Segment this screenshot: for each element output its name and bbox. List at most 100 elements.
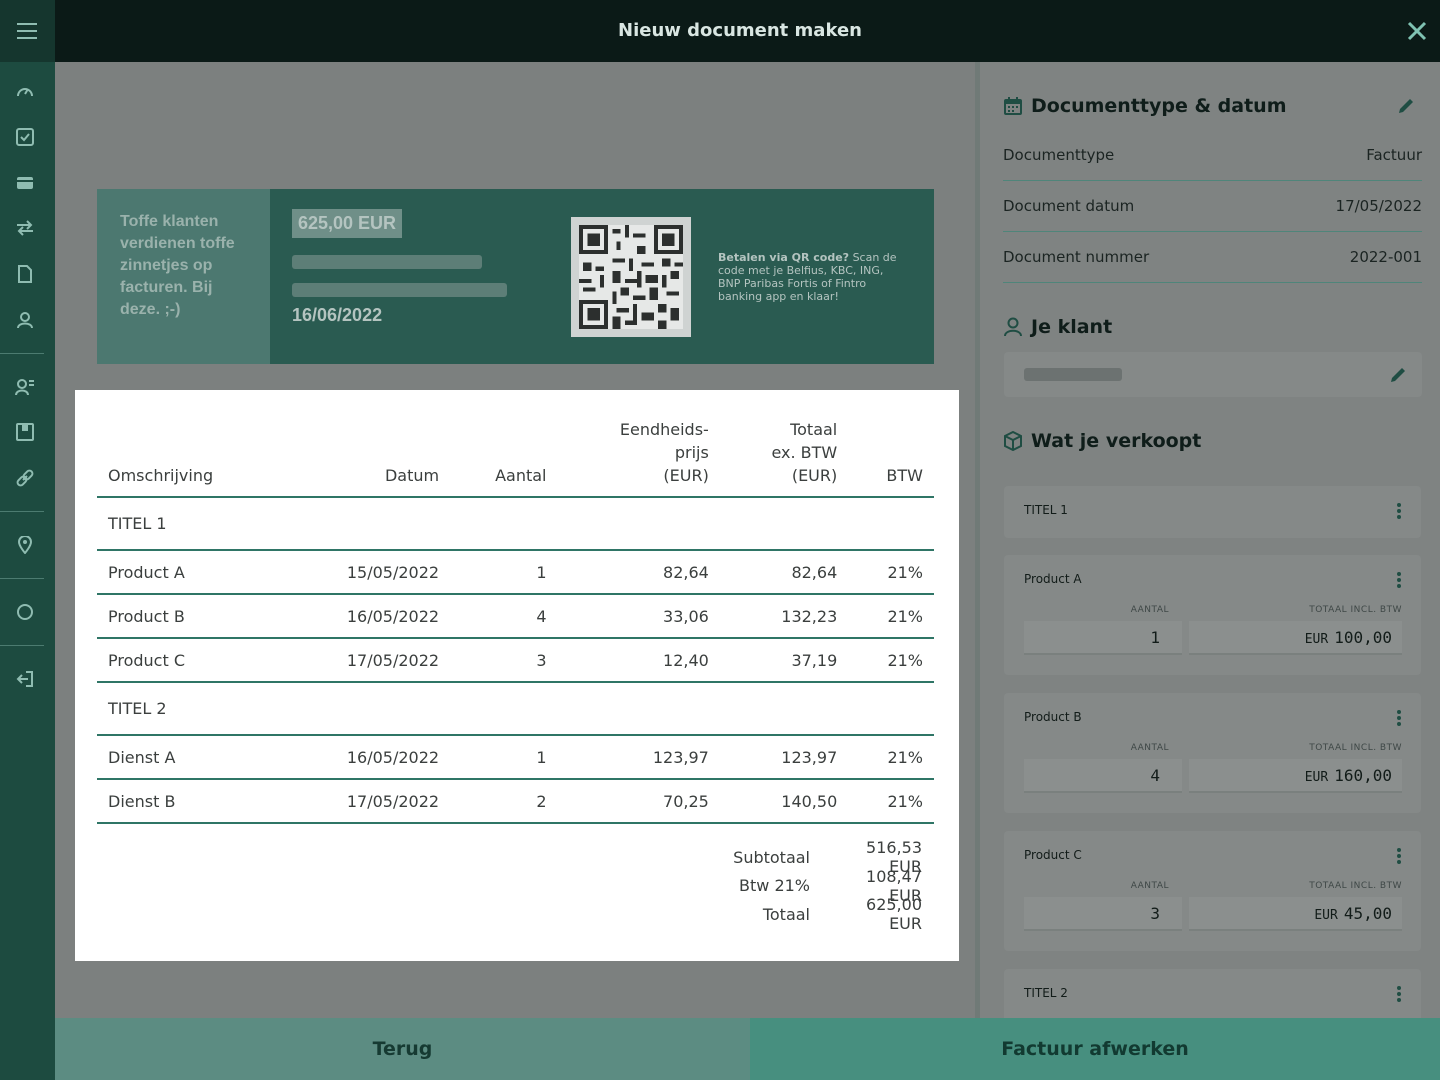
close-button[interactable]	[1402, 16, 1432, 46]
finish-invoice-button[interactable]: Factuur afwerken	[750, 1018, 1440, 1080]
col-unit-price-line2: prijs	[674, 443, 709, 462]
more-options-button[interactable]	[1391, 707, 1407, 729]
total-value: 45,00	[1343, 904, 1392, 923]
table-header-row: Omschrijving Datum Aantal Eendheids-prij…	[97, 418, 934, 498]
client-field[interactable]	[1004, 352, 1422, 397]
row-quantity: 4	[450, 594, 558, 639]
transfer-icon[interactable]	[14, 217, 36, 239]
item-card[interactable]: TITEL 1	[1004, 486, 1421, 538]
total-line: Totaal 625,00 EUR	[733, 895, 922, 933]
row-vat: 21%	[848, 550, 934, 595]
table-row: Dienst A 16/05/2022 1 123,97 123,97 21%	[97, 735, 934, 780]
col-description: Omschrijving	[97, 418, 283, 498]
more-options-button[interactable]	[1391, 983, 1407, 1005]
total-incl-vat-label: TOTAAL INCL. BTW	[1309, 605, 1402, 615]
quantity-field[interactable]: 3	[1024, 897, 1182, 931]
group-title: TITEL 2	[97, 682, 934, 736]
row-date: 17/05/2022	[283, 779, 451, 824]
group-title-row: TITEL 1	[97, 497, 934, 551]
user-icon[interactable]	[14, 309, 36, 331]
group-title: TITEL 1	[97, 497, 934, 551]
table-row: Product A 15/05/2022 1 82,64 82,64 21%	[97, 550, 934, 595]
col-total-line2: ex. BTW	[771, 443, 838, 462]
col-total-line1: Totaal	[790, 420, 838, 439]
row-date: 17/05/2022	[283, 638, 451, 683]
sidebar-divider	[0, 511, 44, 512]
section-title: Documenttype & datum	[1031, 95, 1287, 117]
edit-document-type-button[interactable]	[1396, 96, 1416, 116]
col-vat: BTW	[848, 418, 934, 498]
location-icon[interactable]	[14, 534, 36, 556]
total-value: 625,00 EUR	[866, 895, 922, 934]
more-options-button[interactable]	[1391, 845, 1407, 867]
tagline: Toffe klanten verdienen toffe zinnetjes …	[97, 189, 270, 364]
redacted-reference	[292, 283, 507, 297]
item-card[interactable]: Product A AANTAL TOTAAL INCL. BTW 1 EUR 1…	[1004, 555, 1421, 675]
document-type-label: Documenttype	[1003, 146, 1115, 164]
row-description: Dienst A	[97, 735, 283, 780]
col-quantity: Aantal	[450, 418, 558, 498]
item-card[interactable]: TITEL 2	[1004, 969, 1421, 1018]
card-icon[interactable]	[14, 172, 36, 194]
row-unit-price: 82,64	[557, 550, 720, 595]
row-date: 16/05/2022	[283, 735, 451, 780]
document-date-value: 17/05/2022	[1335, 197, 1422, 215]
vat-label: Btw 21%	[739, 876, 810, 896]
tasks-icon[interactable]	[14, 126, 36, 148]
item-name: TITEL 1	[1024, 503, 1068, 517]
row-description: Product C	[97, 638, 283, 683]
more-vertical-icon	[1397, 503, 1401, 519]
group-title-row: TITEL 2	[97, 682, 934, 736]
more-vertical-icon	[1397, 986, 1401, 1002]
section-title: Je klant	[1031, 316, 1113, 338]
link-icon[interactable]	[14, 467, 36, 489]
row-vat: 21%	[848, 779, 934, 824]
products-icon[interactable]	[14, 421, 36, 443]
total-incl-vat-label: TOTAAL INCL. BTW	[1309, 743, 1402, 753]
item-card[interactable]: Product C AANTAL TOTAAL INCL. BTW 3 EUR 4…	[1004, 831, 1421, 951]
menu-button[interactable]	[0, 0, 55, 62]
total-field[interactable]: EUR 45,00	[1189, 897, 1402, 931]
document-number-value: 2022-001	[1349, 248, 1422, 266]
document-number-row: Document nummer 2022-001	[1003, 232, 1422, 283]
total-field[interactable]: EUR 160,00	[1189, 759, 1402, 793]
subtotal-label: Subtotaal	[733, 847, 810, 867]
row-vat: 21%	[848, 638, 934, 683]
back-button[interactable]: Terug	[55, 1018, 750, 1080]
dashboard-icon[interactable]	[14, 80, 36, 102]
circle-icon[interactable]	[14, 601, 36, 623]
quantity-field[interactable]: 4	[1024, 759, 1182, 793]
edit-client-button[interactable]	[1388, 365, 1408, 385]
document-icon[interactable]	[14, 263, 36, 285]
row-total: 132,23	[719, 594, 849, 639]
total-label: Totaal	[762, 904, 810, 924]
banner-amount: 625,00 EUR	[292, 209, 403, 238]
page-title: Nieuw document maken	[618, 20, 862, 41]
more-options-button[interactable]	[1391, 569, 1407, 591]
total-field[interactable]: EUR 100,00	[1189, 621, 1402, 655]
contacts-icon[interactable]	[14, 376, 36, 398]
row-description: Product B	[97, 594, 283, 639]
section-client: Je klant	[1003, 316, 1112, 338]
more-vertical-icon	[1397, 848, 1401, 864]
logout-icon[interactable]	[14, 668, 36, 690]
sidebar-divider	[0, 353, 44, 354]
document-type-row: Documenttype Factuur	[1003, 130, 1422, 181]
row-unit-price: 12,40	[557, 638, 720, 683]
item-name: TITEL 2	[1024, 986, 1068, 1000]
more-options-button[interactable]	[1391, 500, 1407, 522]
qr-instructions: Betalen via QR code? Scan de code met je…	[718, 251, 908, 303]
row-quantity: 1	[450, 735, 558, 780]
row-description: Dienst B	[97, 779, 283, 824]
total-value: 100,00	[1334, 628, 1392, 647]
quantity-label: AANTAL	[1130, 605, 1169, 615]
document-number-label: Document nummer	[1003, 248, 1150, 266]
redacted-client-name	[1024, 368, 1122, 381]
item-card[interactable]: Product B AANTAL TOTAAL INCL. BTW 4 EUR 1…	[1004, 693, 1421, 813]
row-unit-price: 123,97	[557, 735, 720, 780]
quantity-field[interactable]: 1	[1024, 621, 1182, 655]
calendar-icon	[1003, 96, 1023, 116]
row-date: 16/05/2022	[283, 594, 451, 639]
qr-instructions-bold: Betalen via QR code?	[718, 251, 850, 264]
row-total: 123,97	[719, 735, 849, 780]
